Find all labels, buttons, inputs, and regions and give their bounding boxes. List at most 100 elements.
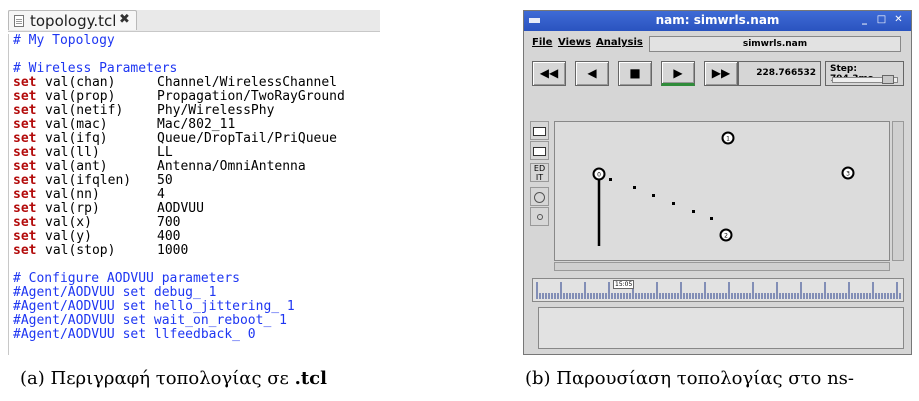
play-icon: ▶ [673, 66, 683, 80]
caption-a-text: (a) Περιγραφή τοπολογίας σε [20, 368, 295, 389]
code-value: Propagation/TwoRayGround [157, 89, 345, 104]
tab-bar: topology.tcl ✖ [8, 10, 380, 32]
rewind-button[interactable]: ◀◀ [532, 61, 566, 86]
circle-icon [534, 192, 545, 203]
node-label: 0 [597, 172, 601, 179]
code-variable: val(ifqlen) [45, 173, 132, 188]
code-line: set val(y) 400 [13, 229, 180, 244]
play-button[interactable]: ▶ [661, 61, 695, 86]
zoom-in-icon [533, 127, 546, 136]
close-icon[interactable]: ✖ [119, 12, 130, 27]
horizontal-scrollbar[interactable] [554, 262, 890, 271]
timeline-ticks [536, 282, 901, 299]
tab-label: topology.tcl [30, 12, 117, 30]
code-value: Phy/WirelessPhy [157, 103, 275, 118]
code-value: Channel/WirelessChannel [157, 75, 338, 90]
packet-dot [633, 186, 636, 189]
code-line: set val(mac) Mac/802_11 [13, 117, 235, 132]
code-line: set val(netif) Phy/WirelessPhy [13, 103, 274, 118]
code-line: set val(ant) Antenna/OmniAntenna [13, 160, 306, 174]
code-variable: val(nn) [45, 187, 100, 202]
code-line: # My Topology [13, 34, 115, 48]
edit-tool[interactable]: ED IT [530, 163, 549, 182]
code-comment: # Configure AODVUU parameters [13, 271, 240, 286]
code-keyword: set [13, 89, 37, 104]
code-keyword: set [13, 215, 37, 230]
network-canvas[interactable]: 0 1 2 3 [554, 121, 890, 261]
canvas-area: 0 1 2 3 [554, 121, 905, 271]
code-keyword: set [13, 131, 37, 146]
code-variable: val(netif) [45, 103, 124, 118]
packet-dot [672, 202, 675, 205]
zoom-out-tool[interactable] [530, 141, 549, 160]
vertical-scrollbar[interactable] [892, 121, 904, 261]
back-button[interactable]: ◀ [575, 61, 609, 86]
menu-views[interactable]: Views [558, 37, 591, 48]
code-area[interactable]: # My Topology # Wireless Parameters set val… [8, 34, 381, 355]
code-value: 50 [157, 173, 173, 188]
code-keyword: set [13, 103, 37, 118]
code-keyword: set [13, 229, 37, 244]
code-line: set val(stop) 1000 [13, 243, 188, 258]
code-value: Mac/802_11 [157, 117, 236, 132]
code-keyword: set [13, 201, 37, 216]
code-line: set val(chan) Channel/WirelessChannel [13, 75, 337, 90]
stop-button[interactable]: ■ [618, 61, 652, 86]
code-line: # Wireless Parameters [13, 62, 177, 76]
node-label: 2 [724, 233, 728, 240]
code-comment: #Agent/AODVUU set wait_on_reboot_ 1 [13, 313, 287, 328]
code-value: Antenna/OmniAntenna [157, 159, 306, 174]
code-line: set val(x) 700 [13, 215, 180, 230]
code-keyword: set [13, 117, 37, 132]
maximize-button[interactable]: □ [875, 14, 888, 27]
code-line: set val(nn) 4 [13, 187, 165, 202]
code-comment: # Wireless Parameters [13, 61, 178, 76]
code-variable: val(ant) [45, 159, 108, 174]
code-value: 4 [157, 187, 165, 202]
code-comment: #Agent/AODVUU set llfeedback_ 0 [13, 327, 256, 342]
code-comment: #Agent/AODVUU set debug_ 1 [13, 285, 217, 300]
window-titlebar[interactable]: nam: simwrls.nam _ □ ✕ [524, 11, 911, 31]
zoom-out-icon [533, 147, 546, 156]
code-line: #Agent/AODVUU set llfeedback_ 0 [13, 328, 256, 342]
code-variable: val(rp) [45, 201, 100, 216]
edit-icon: ED IT [533, 164, 546, 182]
step-control: Step: 794.3ms [825, 61, 904, 86]
caption-a-bold: .tcl [294, 368, 327, 389]
link-icon [536, 214, 543, 220]
back-icon: ◀ [587, 66, 597, 80]
code-keyword: set [13, 243, 37, 258]
code-line: #Agent/AODVUU set hello_jittering_ 1 [13, 300, 295, 314]
code-keyword: set [13, 75, 37, 90]
code-line: set val(ifqlen) 50 [13, 174, 173, 188]
annotation-panel[interactable] [538, 307, 904, 349]
code-variable: val(y) [45, 229, 92, 244]
code-value: 700 [157, 215, 181, 230]
code-line: set val(ifq) Queue/DropTail/PriQueue [13, 131, 337, 146]
node-label: 3 [846, 171, 850, 178]
code-keyword: set [13, 187, 37, 202]
caption-a: (a) Περιγραφή τοπολογίας σε .tcl [20, 368, 327, 389]
minimize-button[interactable]: _ [858, 14, 871, 27]
timeline[interactable]: 15:05 [532, 278, 904, 302]
menu-analysis[interactable]: Analysis [596, 37, 643, 48]
node-tool[interactable] [530, 187, 549, 206]
code-value: 1000 [157, 243, 189, 258]
fast-forward-button[interactable]: ▶▶ [704, 61, 738, 86]
code-value: Queue/DropTail/PriQueue [157, 131, 338, 146]
document-icon [14, 15, 24, 27]
close-button[interactable]: ✕ [892, 14, 905, 27]
zoom-in-tool[interactable] [530, 121, 549, 140]
packet-dot [609, 178, 612, 181]
code-value: LL [157, 145, 173, 160]
step-slider-thumb[interactable] [882, 75, 894, 84]
tab-topology-tcl[interactable]: topology.tcl ✖ [8, 10, 137, 30]
link-tool[interactable] [530, 207, 549, 226]
fast-forward-icon: ▶▶ [711, 66, 731, 80]
window-title: nam: simwrls.nam [655, 13, 780, 27]
menu-file[interactable]: File [532, 37, 552, 48]
code-value: AODVUU [157, 201, 204, 216]
timeline-label: 15:05 [613, 280, 635, 289]
code-comment: # My Topology [13, 33, 115, 48]
code-line: #Agent/AODVUU set debug_ 1 [13, 286, 217, 300]
